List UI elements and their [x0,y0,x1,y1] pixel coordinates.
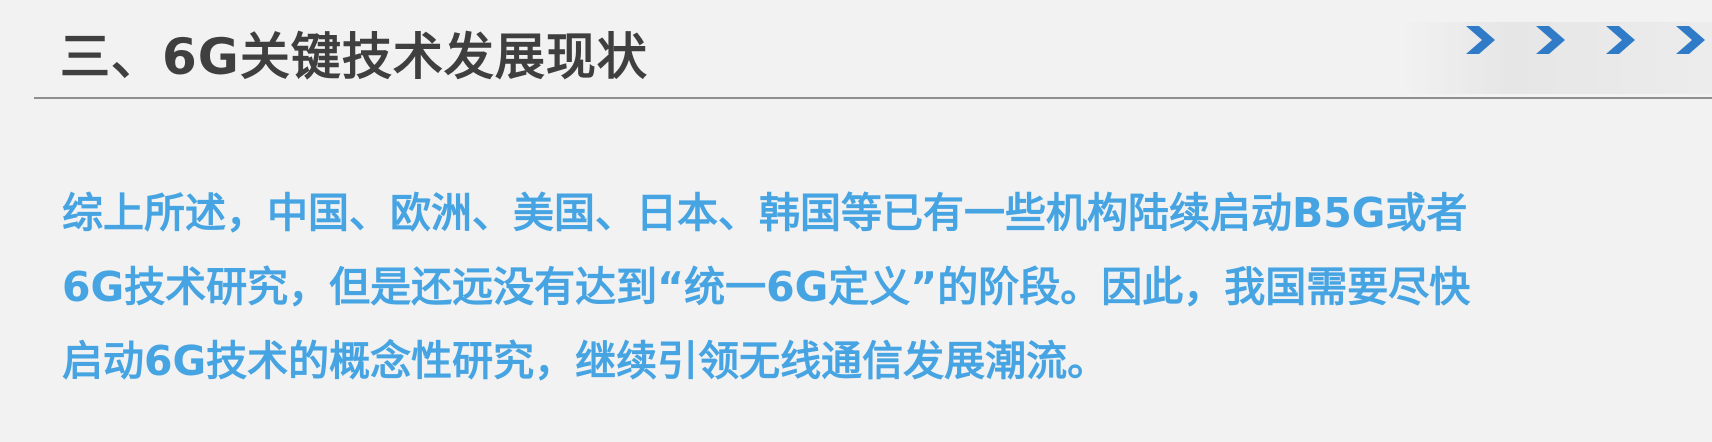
chevron-decoration [1462,20,1712,60]
chevron-right-icon [1536,26,1565,54]
chevron-right-icon [1606,26,1635,54]
slide-title: 三、6G关键技术发展现状 [60,28,648,86]
slide: 三、6G关键技术发展现状 综上所述，中国、欧洲、美国、日本、韩国等已有一些机构陆… [0,0,1712,442]
body-line: 综上所述，中国、欧洲、美国、日本、韩国等已有一些机构陆续启动B5G或者 [62,189,1468,237]
body-paragraph: 综上所述，中国、欧洲、美国、日本、韩国等已有一些机构陆续启动B5G或者 6G技术… [62,176,1662,398]
chevron-right-icon [1466,26,1495,54]
title-divider [34,97,1712,99]
body-line: 启动6G技术的概念性研究，继续引领无线通信发展潮流。 [62,337,1109,385]
body-line: 6G技术研究，但是还远没有达到“统一6G定义”的阶段。因此，我国需要尽快 [62,263,1471,311]
chevron-right-icon [1676,26,1705,54]
